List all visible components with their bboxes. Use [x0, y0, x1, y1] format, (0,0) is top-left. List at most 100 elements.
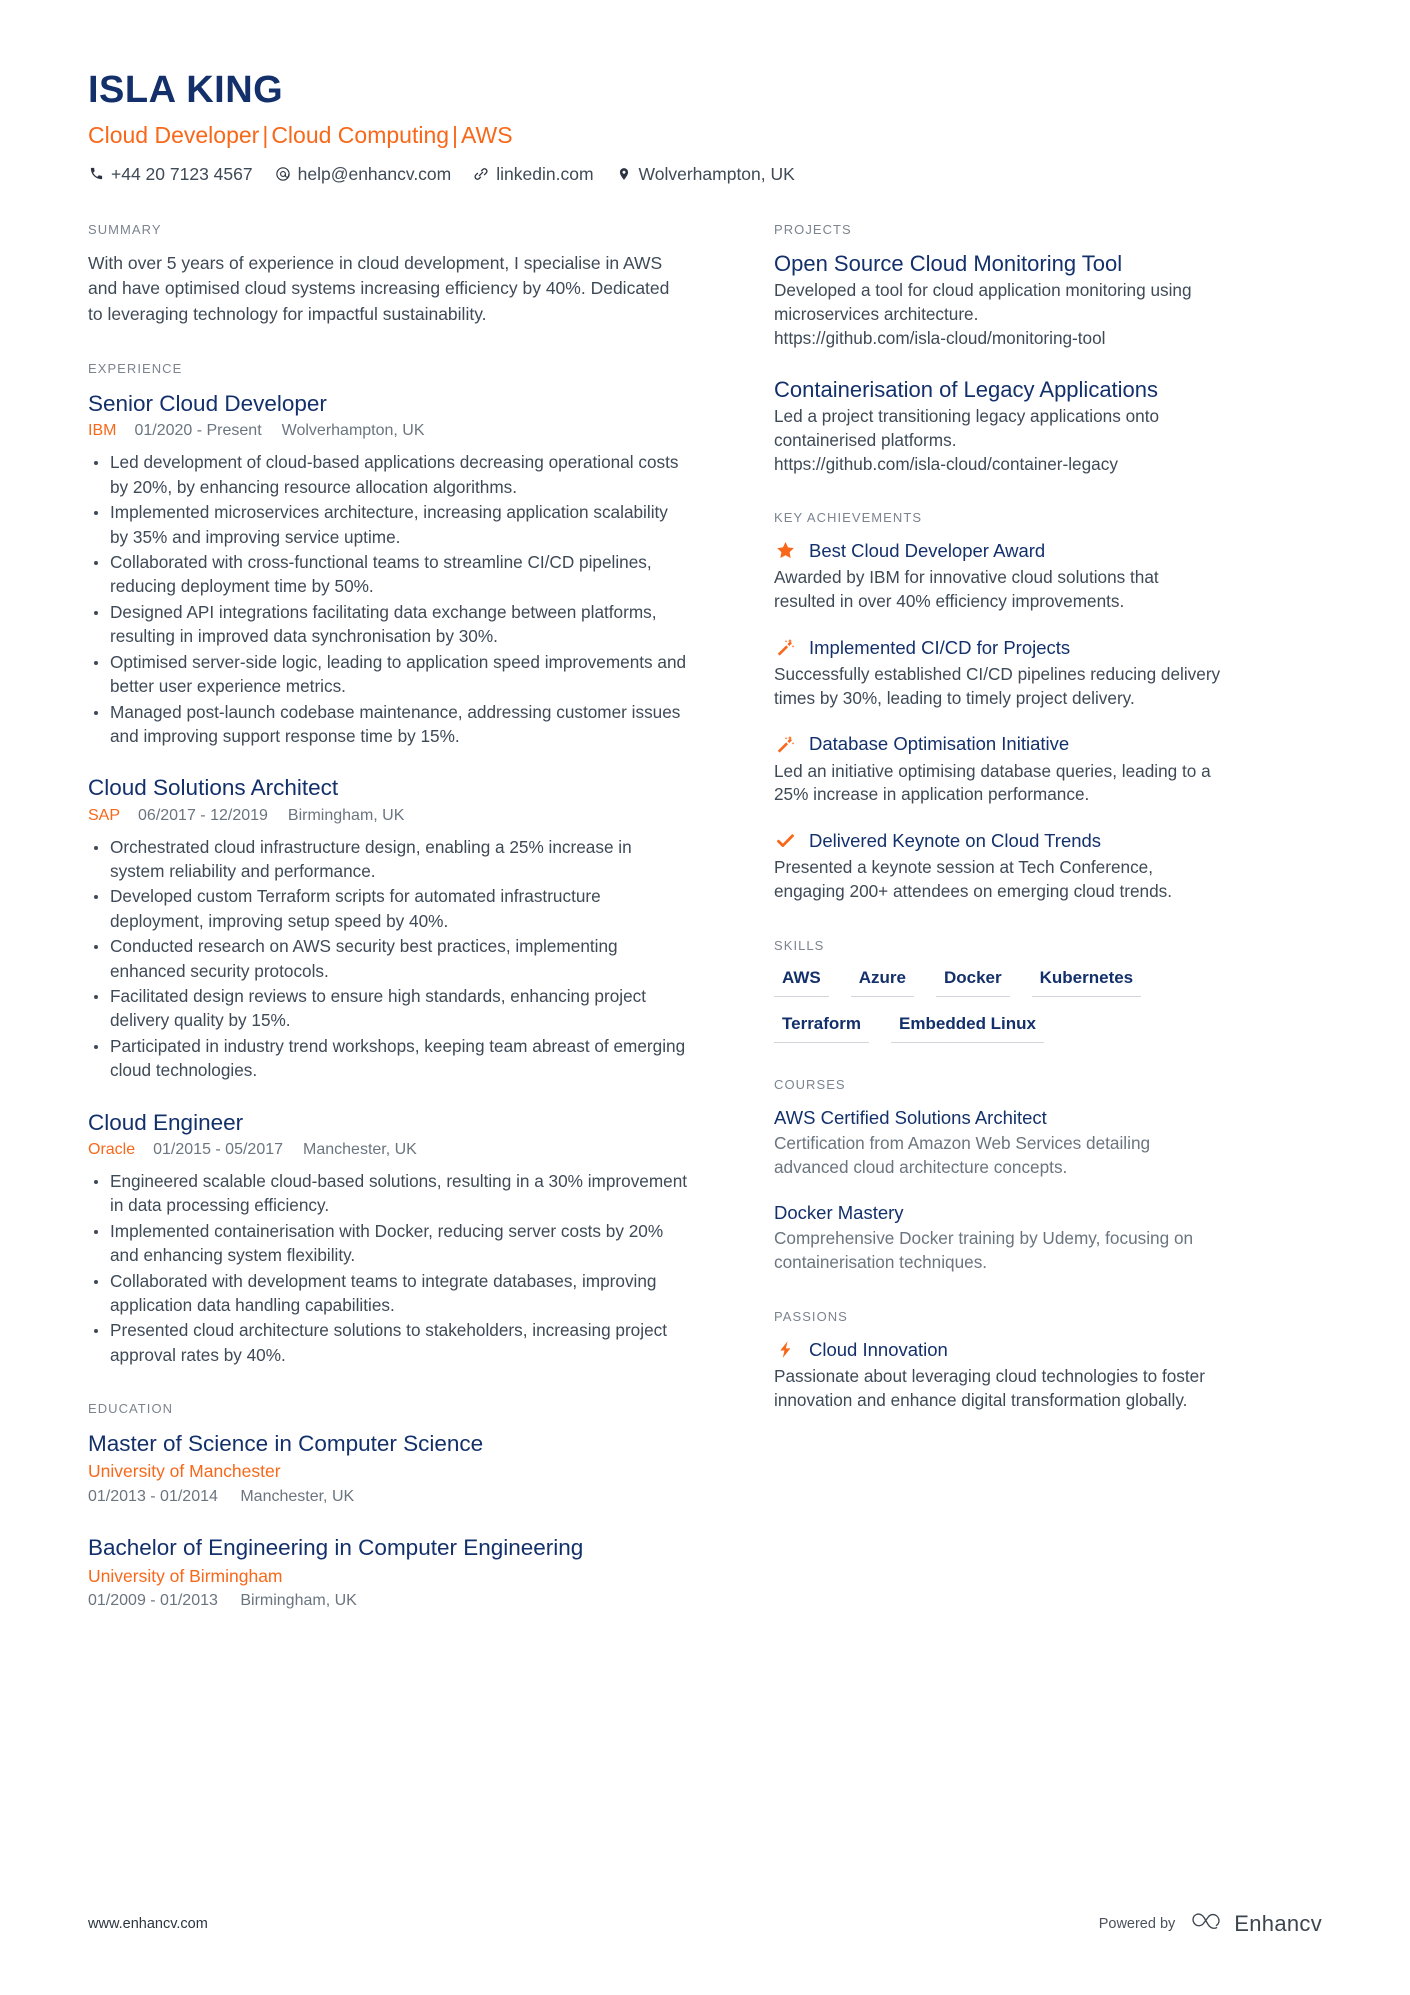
location-pin-icon — [616, 166, 632, 182]
bullet-item: Implemented microservices architecture, … — [88, 500, 688, 549]
skill-tag: AWS — [774, 967, 829, 997]
star-icon — [774, 540, 796, 562]
headline-part-3: AWS — [461, 121, 513, 148]
headline-separator-2: | — [452, 121, 459, 148]
experience-company: Oracle — [88, 1140, 136, 1158]
skill-tag: Kubernetes — [1031, 967, 1142, 997]
course-entry: Docker Mastery Comprehensive Docker trai… — [774, 1201, 1222, 1275]
section-key-achievements: KEY ACHIEVEMENTS Best Cloud Developer Aw… — [774, 510, 1222, 903]
experience-bullets: Engineered scalable cloud-based solution… — [88, 1169, 688, 1367]
achievement-header: Best Cloud Developer Award — [774, 539, 1222, 562]
right-column: PROJECTS Open Source Cloud Monitoring To… — [774, 222, 1222, 1446]
bullet-item: Conducted research on AWS security best … — [88, 934, 688, 983]
magic-wand-icon — [774, 636, 796, 658]
contact-email-text: help@enhancv.com — [297, 163, 452, 184]
contact-phone[interactable]: +44 20 7123 4567 — [88, 162, 253, 187]
passion-entry: Cloud Innovation Passionate about levera… — [774, 1338, 1222, 1413]
bullet-item: Managed post-launch codebase maintenance… — [88, 700, 688, 749]
contact-link-text: linkedin.com — [496, 163, 594, 184]
passion-title: Cloud Innovation — [809, 1338, 948, 1360]
achievement-header: Implemented CI/CD for Projects — [774, 636, 1222, 659]
contact-email[interactable]: help@enhancv.com — [275, 162, 452, 187]
enhancv-logo: Enhancv — [1191, 1911, 1322, 1937]
infinity-logo-icon — [1191, 1912, 1225, 1937]
resume-page: ISLA KING Cloud Developer | Cloud Computin… — [0, 0, 1410, 1995]
contact-link[interactable]: linkedin.com — [473, 162, 594, 187]
achievement-entry: Implemented CI/CD for Projects Successfu… — [774, 636, 1222, 711]
headline-part-1: Cloud Developer — [88, 121, 260, 148]
section-title-skills: SKILLS — [774, 937, 825, 953]
experience-bullets: Orchestrated cloud infrastructure design… — [88, 835, 688, 1083]
bullet-item: Developed custom Terraform scripts for a… — [88, 884, 688, 933]
experience-dates: 06/2017 - 12/2019 — [138, 806, 268, 824]
experience-dates: 01/2015 - 05/2017 — [153, 1140, 284, 1158]
section-title-courses: COURSES — [774, 1076, 846, 1092]
section-summary: SUMMARY With over 5 years of experience … — [88, 222, 688, 327]
section-passions: PASSIONS Cloud Innovation Passionate abo… — [774, 1309, 1222, 1413]
bullet-item: Participated in industry trend workshops… — [88, 1034, 688, 1083]
experience-company: SAP — [88, 806, 121, 824]
checkmark-icon — [774, 830, 796, 852]
section-title-education: EDUCATION — [88, 1401, 174, 1417]
achievement-title: Delivered Keynote on Cloud Trends — [809, 830, 1102, 852]
bullet-item: Presented cloud architecture solutions t… — [88, 1318, 688, 1367]
experience-entry: Cloud Solutions Architect SAP 06/2017 - … — [88, 774, 688, 1082]
achievement-title: Database Optimisation Initiative — [809, 733, 1070, 755]
bullet-item: Optimised server-side logic, leading to … — [88, 650, 688, 699]
bullet-item: Led development of cloud-based applicati… — [88, 450, 688, 499]
section-title-key-achievements: KEY ACHIEVEMENTS — [774, 510, 923, 526]
passion-description: Passionate about leveraging cloud techno… — [774, 1365, 1205, 1410]
experience-meta: Oracle 01/2015 - 05/2017 Manchester, UK — [88, 1138, 688, 1162]
experience-bullets: Led development of cloud-based applicati… — [88, 450, 688, 748]
bullet-item: Facilitated design reviews to ensure hig… — [88, 984, 688, 1033]
education-meta: 01/2013 - 01/2014 Manchester, UK — [88, 1486, 688, 1508]
bullet-item: Collaborated with cross-functional teams… — [88, 550, 688, 599]
left-column: SUMMARY With over 5 years of experience … — [88, 222, 688, 1646]
contact-location-text: Wolverhampton, UK — [638, 163, 795, 184]
course-name: Docker Mastery — [774, 1202, 904, 1224]
phone-icon — [88, 166, 104, 182]
education-entry: Master of Science in Computer Science Un… — [88, 1430, 688, 1508]
project-name: Open Source Cloud Monitoring Tool — [774, 251, 1123, 277]
experience-location: Wolverhampton, UK — [281, 422, 425, 440]
lightning-bolt-icon — [774, 1338, 796, 1360]
bullet-item: Orchestrated cloud infrastructure design… — [88, 835, 688, 884]
magic-wand-icon — [774, 733, 796, 755]
achievement-title: Best Cloud Developer Award — [809, 540, 1046, 562]
resume-footer: www.enhancv.com Powered by Enhancv — [88, 1911, 1322, 1937]
section-education: EDUCATION Master of Science in Computer … — [88, 1401, 688, 1612]
skill-tag: Docker — [935, 967, 1010, 997]
education-location: Birmingham, UK — [240, 1592, 357, 1610]
contact-location: Wolverhampton, UK — [616, 162, 795, 187]
education-meta: 01/2009 - 01/2013 Birmingham, UK — [88, 1590, 688, 1612]
skill-tag: Azure — [850, 967, 914, 997]
experience-entry: Cloud Engineer Oracle 01/2015 - 05/2017 … — [88, 1109, 688, 1368]
footer-branding: Powered by Enhancv — [1099, 1911, 1322, 1937]
headline-part-2: Cloud Computing — [271, 121, 450, 148]
achievement-description: Led an initiative optimising database qu… — [774, 760, 1211, 805]
footer-url[interactable]: www.enhancv.com — [88, 1916, 208, 1932]
experience-dates: 01/2020 - Present — [134, 422, 262, 440]
summary-text: With over 5 years of experience in cloud… — [88, 253, 670, 324]
candidate-headline: Cloud Developer | Cloud Computing | AWS — [88, 121, 1322, 150]
email-icon — [275, 166, 291, 182]
education-entry: Bachelor of Engineering in Computer Engi… — [88, 1534, 688, 1612]
bullet-item: Collaborated with development teams to i… — [88, 1269, 688, 1318]
bullet-item: Implemented containerisation with Docker… — [88, 1219, 688, 1268]
skill-tag: Embedded Linux — [891, 1013, 1045, 1043]
headline-separator-1: | — [262, 121, 269, 148]
project-url[interactable]: https://github.com/isla-cloud/monitoring… — [774, 327, 1222, 351]
section-title-passions: PASSIONS — [774, 1308, 848, 1324]
project-url[interactable]: https://github.com/isla-cloud/container-… — [774, 453, 1222, 477]
education-dates: 01/2009 - 01/2013 — [88, 1592, 218, 1610]
powered-by-label: Powered by — [1098, 1916, 1176, 1932]
education-dates: 01/2013 - 01/2014 — [88, 1487, 218, 1505]
course-name: AWS Certified Solutions Architect — [774, 1106, 1047, 1128]
achievement-header: Delivered Keynote on Cloud Trends — [774, 829, 1222, 852]
link-icon — [473, 166, 489, 182]
education-degree: Master of Science in Computer Science — [88, 1431, 484, 1457]
resume-header: ISLA KING Cloud Developer | Cloud Computin… — [88, 0, 1322, 186]
section-projects: PROJECTS Open Source Cloud Monitoring To… — [774, 222, 1222, 476]
enhancv-brand-name: Enhancv — [1234, 1911, 1322, 1936]
section-title-summary: SUMMARY — [88, 222, 162, 238]
